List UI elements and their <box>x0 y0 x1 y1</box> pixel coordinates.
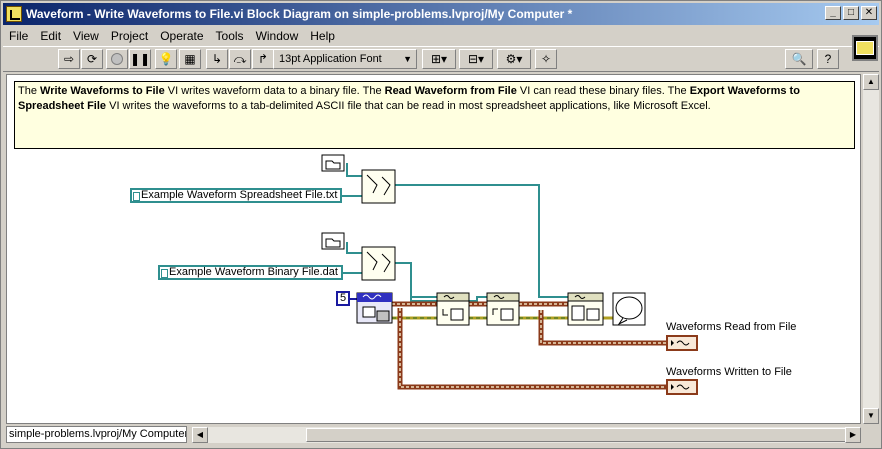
step-over-icon[interactable]: ⤼ <box>229 49 251 69</box>
write-waveforms-to-file-icon[interactable] <box>436 292 470 326</box>
run-continuously-icon[interactable]: ⟳ <box>81 49 103 69</box>
binary-path-constant[interactable]: Example Waveform Binary File.dat <box>158 265 343 280</box>
vi-icon-pane[interactable] <box>852 35 878 61</box>
waveforms-read-label: Waveforms Read from File <box>666 321 797 333</box>
font-select[interactable]: 13pt Application Font ▼ <box>273 49 417 69</box>
wire-binary-to-write[interactable] <box>395 262 437 298</box>
waveforms-read-indicator[interactable] <box>666 335 698 351</box>
menu-bar: File Edit View Project Operate Tools Win… <box>3 26 879 45</box>
scroll-up-icon[interactable]: ▲ <box>863 74 879 90</box>
window-title: Waveform - Write Waveforms to File.vi Bl… <box>26 7 573 21</box>
wire-spreadsheet-refnum[interactable] <box>346 163 362 177</box>
menu-tools[interactable]: Tools <box>210 29 250 43</box>
wire-waveforms-read-stripe <box>540 310 667 344</box>
spreadsheet-path-constant[interactable]: Example Waveform Spreadsheet File.txt <box>130 188 343 203</box>
bottom-bar: simple-problems.lvproj/My Computer ◀ ▶ <box>6 426 861 443</box>
labview-app-icon[interactable] <box>6 6 22 22</box>
block-diagram-canvas[interactable]: The Write Waveforms to File VI writes wa… <box>6 74 861 424</box>
toolbar: ⇨ ⟳ ❚❚ 💡 ▦ ↳ ⤼ ↱ 13pt Application Font ▼… <box>3 46 879 72</box>
horizontal-scroll-thumb[interactable] <box>306 428 846 442</box>
scroll-down-icon[interactable]: ▼ <box>863 408 879 424</box>
build-path-vi-icon[interactable] <box>361 169 396 204</box>
help-icon[interactable]: ? <box>817 49 839 69</box>
step-into-icon[interactable]: ↳ <box>206 49 228 69</box>
read-waveform-from-file-icon[interactable] <box>486 292 520 326</box>
reorder-icon[interactable]: ⚙▾ <box>497 49 531 69</box>
waveforms-written-label: Waveforms Written to File <box>666 366 792 378</box>
vi-icon <box>856 41 874 55</box>
window-resize-corner[interactable] <box>863 426 879 443</box>
retain-wire-values-icon[interactable]: ▦ <box>179 49 201 69</box>
menu-help[interactable]: Help <box>304 29 341 43</box>
file-dialog-icon[interactable] <box>321 154 345 172</box>
minimize-button[interactable]: _ <box>825 6 841 20</box>
simulate-signal-express-icon[interactable] <box>356 292 393 324</box>
highlight-execution-icon[interactable]: 💡 <box>155 49 177 69</box>
abort-icon[interactable] <box>106 49 128 69</box>
build-path-vi-icon[interactable] <box>361 246 396 281</box>
title-bar[interactable]: Waveform - Write Waveforms to File.vi Bl… <box>3 3 879 25</box>
step-out-icon[interactable]: ↱ <box>252 49 274 69</box>
scroll-right-icon[interactable]: ▶ <box>845 427 861 443</box>
menu-file[interactable]: File <box>3 29 34 43</box>
scroll-left-icon[interactable]: ◀ <box>192 427 208 443</box>
numeric-constant[interactable]: 5 <box>336 291 350 306</box>
window-controls: _ □ ✕ <box>825 6 877 20</box>
menu-edit[interactable]: Edit <box>34 29 67 43</box>
waveforms-written-indicator[interactable] <box>666 379 698 395</box>
maximize-button[interactable]: □ <box>843 6 859 20</box>
pause-icon[interactable]: ❚❚ <box>129 49 151 69</box>
menu-project[interactable]: Project <box>105 29 154 43</box>
run-arrow-icon[interactable]: ⇨ <box>58 49 80 69</box>
labview-block-diagram-window: Waveform - Write Waveforms to File.vi Bl… <box>0 0 882 449</box>
menu-window[interactable]: Window <box>250 29 305 43</box>
project-context: simple-problems.lvproj/My Computer <box>6 426 187 443</box>
vertical-scrollbar[interactable]: ▲ ▼ <box>863 74 879 424</box>
wire-waveforms-read[interactable] <box>538 310 667 346</box>
cleanup-diagram-icon[interactable]: ✧ <box>535 49 557 69</box>
wire-binary-refnum[interactable] <box>346 242 362 254</box>
align-objects-icon[interactable]: ⊞▾ <box>422 49 456 69</box>
distribute-objects-icon[interactable]: ⊟▾ <box>459 49 493 69</box>
menu-operate[interactable]: Operate <box>154 29 209 43</box>
close-button[interactable]: ✕ <box>861 6 877 20</box>
search-icon[interactable]: 🔍 <box>785 49 813 69</box>
export-waveforms-to-spreadsheet-icon[interactable] <box>567 292 604 326</box>
simple-error-handler-icon[interactable] <box>612 292 646 326</box>
chevron-down-icon: ▼ <box>403 54 412 64</box>
horizontal-scrollbar[interactable]: ◀ ▶ <box>192 427 861 443</box>
file-dialog-icon[interactable] <box>321 232 345 250</box>
wire-spreadsheet-out[interactable] <box>395 184 568 298</box>
menu-view[interactable]: View <box>67 29 105 43</box>
font-select-label: 13pt Application Font <box>279 53 382 65</box>
